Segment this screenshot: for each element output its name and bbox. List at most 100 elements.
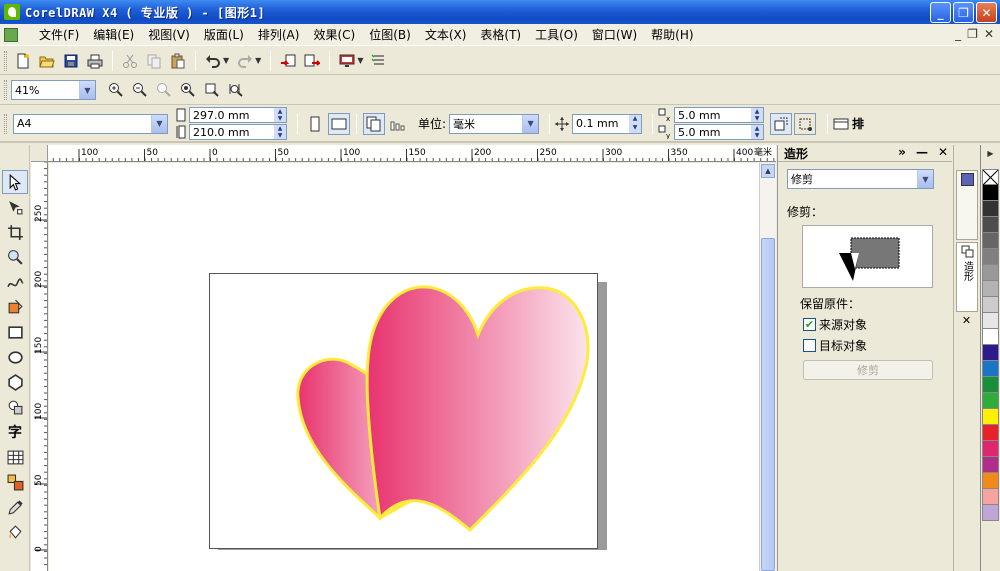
- polygon-tool[interactable]: [2, 370, 28, 394]
- source-object-option[interactable]: ✔ 来源对象: [803, 316, 945, 333]
- palette-swatch[interactable]: [982, 441, 999, 457]
- freehand-tool[interactable]: [2, 270, 28, 294]
- export-button[interactable]: [301, 50, 323, 72]
- overflow-label[interactable]: 排: [852, 115, 864, 132]
- palette-swatch[interactable]: [982, 489, 999, 505]
- ruler-origin[interactable]: [31, 145, 48, 162]
- palette-swatch[interactable]: [982, 281, 999, 297]
- ellipse-tool[interactable]: [2, 345, 28, 369]
- palette-swatch[interactable]: [982, 313, 999, 329]
- menu-file[interactable]: 文件(F): [32, 25, 86, 45]
- portrait-button[interactable]: [304, 113, 326, 135]
- application-launcher-button[interactable]: [336, 50, 358, 72]
- palette-swatch[interactable]: [982, 457, 999, 473]
- unit-select[interactable]: 毫米 ▼: [449, 113, 540, 134]
- fill-tool[interactable]: [2, 520, 28, 544]
- spinner-arrows[interactable]: ▲ ▼: [751, 125, 764, 139]
- basic-shapes-tool[interactable]: [2, 395, 28, 419]
- snap-to-objects-button[interactable]: [794, 112, 817, 135]
- target-object-option[interactable]: 目标对象: [803, 337, 945, 354]
- menu-view[interactable]: 视图(V): [141, 25, 197, 45]
- pick-tool[interactable]: [2, 170, 28, 194]
- coreldraw-app-icon[interactable]: [4, 4, 20, 20]
- spinner-arrows[interactable]: ▲ ▼: [629, 114, 642, 133]
- palette-swatch[interactable]: [982, 393, 999, 409]
- table-tool[interactable]: [2, 445, 28, 469]
- open-button[interactable]: [36, 50, 58, 72]
- minimize-button[interactable]: _: [930, 2, 951, 23]
- zoom-page-width-button[interactable]: [225, 79, 247, 101]
- vertical-scrollbar[interactable]: ▲: [759, 163, 776, 571]
- doc-minimize-button[interactable]: _: [955, 27, 961, 41]
- scrollbar-thumb[interactable]: [761, 238, 775, 571]
- palette-swatch[interactable]: [982, 473, 999, 489]
- menu-tools[interactable]: 工具(O): [528, 25, 585, 45]
- interactive-blend-tool[interactable]: [2, 470, 28, 494]
- docker-tab-shaping[interactable]: 造形: [956, 242, 978, 312]
- vertical-ruler[interactable]: 250 200 150 100 50 0: [31, 162, 48, 571]
- undo-button[interactable]: [202, 50, 224, 72]
- menu-edit[interactable]: 编辑(E): [86, 25, 141, 45]
- document-icon[interactable]: [4, 27, 18, 42]
- source-object-checkbox[interactable]: ✔: [803, 318, 816, 331]
- menu-layout[interactable]: 版面(L): [197, 25, 251, 45]
- zoom-level-select[interactable]: 41% ▼: [11, 80, 96, 100]
- menu-table[interactable]: 表格(T): [473, 25, 528, 45]
- print-button[interactable]: [84, 50, 106, 72]
- spinner-arrows[interactable]: ▲ ▼: [274, 108, 286, 122]
- save-button[interactable]: [60, 50, 82, 72]
- toolbar-grip[interactable]: [4, 50, 7, 71]
- zoom-all-objects-button[interactable]: [177, 79, 199, 101]
- nudge-distance-field[interactable]: 0.1 mm ▲ ▼: [572, 113, 643, 134]
- text-tool[interactable]: 字: [2, 420, 28, 444]
- paste-button[interactable]: [167, 50, 189, 72]
- shaping-mode-select[interactable]: 修剪 ▼: [787, 169, 934, 189]
- palette-swatch[interactable]: [982, 505, 999, 521]
- menu-arrange[interactable]: 排列(A): [251, 25, 307, 45]
- docker-close-icon[interactable]: ✕: [938, 145, 948, 159]
- menu-effects[interactable]: 效果(C): [306, 25, 362, 45]
- menu-help[interactable]: 帮助(H): [644, 25, 700, 45]
- palette-swatch[interactable]: [982, 425, 999, 441]
- zoom-selected-button[interactable]: [153, 79, 175, 101]
- eyedropper-tool[interactable]: [2, 495, 28, 519]
- menu-window[interactable]: 窗口(W): [585, 25, 644, 45]
- palette-swatch[interactable]: [982, 297, 999, 313]
- menu-bitmaps[interactable]: 位图(B): [362, 25, 418, 45]
- zoom-page-button[interactable]: [201, 79, 223, 101]
- target-object-checkbox[interactable]: [803, 339, 816, 352]
- launcher-dropdown-icon[interactable]: ▼: [357, 56, 363, 65]
- rectangle-tool[interactable]: [2, 320, 28, 344]
- duplicate-x-field[interactable]: 5.0 mm ▲ ▼: [674, 107, 765, 123]
- horizontal-ruler[interactable]: 100 50 0 50 100 150 200 250 300 350 400 毫米: [48, 145, 776, 162]
- crop-tool[interactable]: [2, 220, 28, 244]
- page-height-field[interactable]: 210.0 mm ▲ ▼: [189, 124, 287, 140]
- palette-swatch[interactable]: [982, 409, 999, 425]
- scroll-up-arrow-icon[interactable]: ▲: [761, 164, 775, 178]
- doc-restore-button[interactable]: ❐: [967, 27, 978, 41]
- palette-swatch[interactable]: [982, 345, 999, 361]
- close-button[interactable]: ✕: [976, 2, 997, 23]
- page-width-field[interactable]: 297.0 mm ▲ ▼: [189, 107, 287, 123]
- palette-scroll-up-icon[interactable]: ▶: [982, 149, 999, 161]
- docker-tab-close-icon[interactable]: ✕: [954, 314, 979, 327]
- docker-tab-color[interactable]: [956, 170, 978, 240]
- palette-swatch[interactable]: [982, 201, 999, 217]
- docker-minimize-icon[interactable]: —: [916, 145, 928, 159]
- palette-swatch[interactable]: [982, 185, 999, 201]
- palette-swatch[interactable]: [982, 233, 999, 249]
- no-color-swatch[interactable]: [982, 169, 999, 185]
- smart-fill-tool[interactable]: [2, 295, 28, 319]
- spinner-arrows[interactable]: ▲ ▼: [274, 125, 286, 139]
- docker-collapse-icon[interactable]: »: [898, 145, 906, 159]
- doc-close-button[interactable]: ✕: [984, 27, 994, 41]
- palette-swatch[interactable]: [982, 249, 999, 265]
- palette-swatch[interactable]: [982, 265, 999, 281]
- trim-apply-button[interactable]: 修剪: [803, 360, 933, 380]
- zoom-tool[interactable]: [2, 245, 28, 269]
- import-button[interactable]: [277, 50, 299, 72]
- options-button[interactable]: [368, 50, 390, 72]
- shape-tool[interactable]: [2, 195, 28, 219]
- redo-dropdown-icon[interactable]: ▼: [255, 56, 261, 65]
- palette-swatch[interactable]: [982, 217, 999, 233]
